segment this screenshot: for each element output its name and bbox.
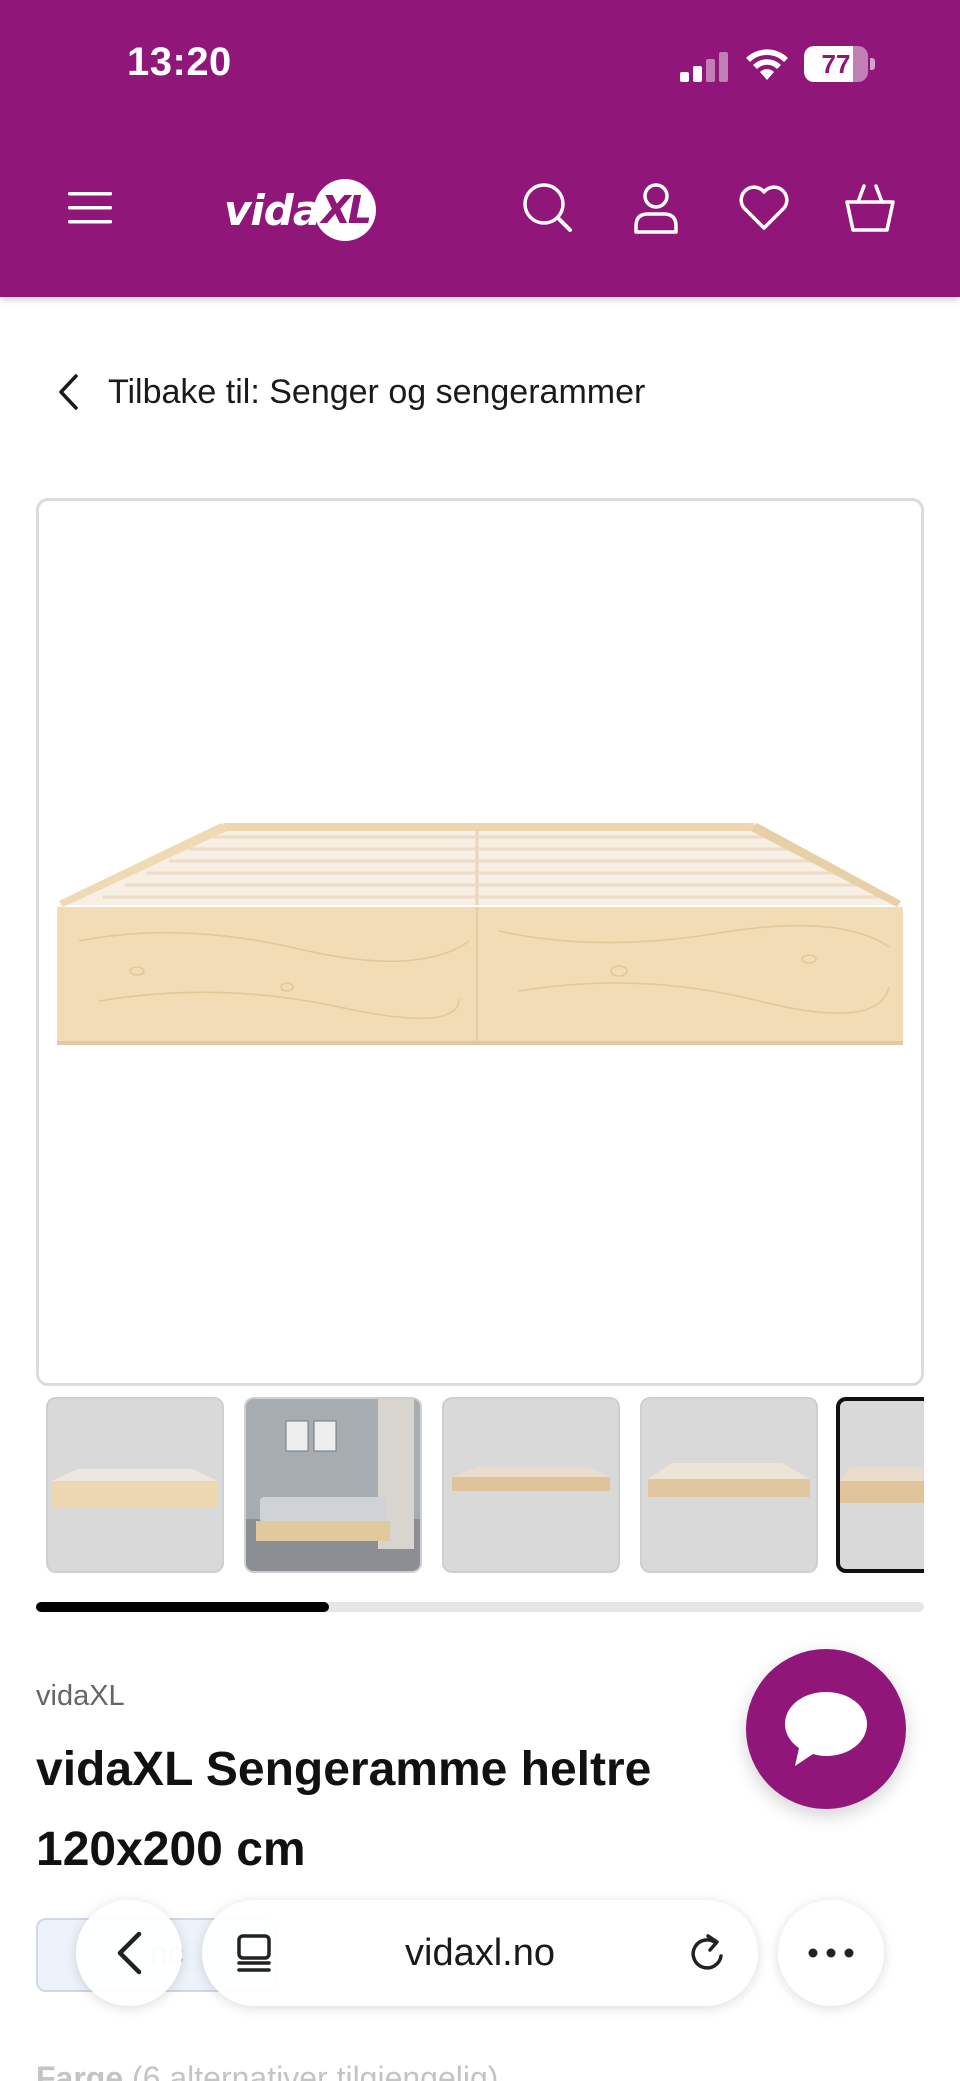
product-title: vidaXL Sengeramme heltre 120x200 cm (36, 1743, 652, 1876)
chat-button[interactable] (746, 1649, 906, 1809)
site-header: 13:20 77 vida XL (0, 0, 960, 297)
thumbnail-3[interactable] (442, 1397, 620, 1573)
chevron-left-icon (117, 1931, 142, 1975)
address-bar[interactable]: vidaxl.no (202, 1900, 758, 2006)
battery-level: 77 (821, 49, 851, 79)
thumbnail-1[interactable] (46, 1397, 224, 1573)
gallery-scroll-indicator (36, 1602, 924, 1612)
logo-badge: XL (314, 179, 377, 241)
thumbnail-strip[interactable] (36, 1393, 924, 1577)
battery-icon: 77 (804, 46, 876, 82)
back-link-label: Tilbake til: Senger og sengerammer (108, 372, 646, 411)
thumbnail-5[interactable] (836, 1397, 924, 1573)
chevron-left-icon (48, 372, 88, 412)
color-option-label: Farge (6 alternativer tilgjengelig) (36, 2060, 498, 2081)
basket-icon[interactable] (842, 180, 898, 236)
status-time: 13:20 (127, 40, 232, 84)
chat-bubble-icon (785, 1692, 867, 1766)
search-icon[interactable] (520, 180, 576, 236)
vidaxl-logo[interactable]: vida XL (224, 178, 377, 242)
color-label: Farge (36, 2060, 124, 2081)
logo-text: vida (224, 185, 321, 235)
thumbnail-4[interactable] (640, 1397, 818, 1573)
more-options-icon[interactable] (778, 1900, 884, 2006)
browser-back-button[interactable] (76, 1900, 182, 2006)
back-to-category-link[interactable]: Tilbake til: Senger og sengerammer (48, 364, 645, 420)
product-brand[interactable]: vidaXL (36, 1680, 125, 1713)
page-menu-icon[interactable] (232, 1931, 276, 1975)
reload-icon[interactable] (686, 1931, 730, 1975)
url-text[interactable]: vidaxl.no (302, 1900, 658, 2006)
browser-toolbar: vidaxl.no (0, 1880, 960, 2030)
cellular-signal-icon (680, 52, 728, 82)
thumbnail-2[interactable] (244, 1397, 422, 1573)
heart-icon[interactable] (736, 180, 792, 236)
menu-icon[interactable] (62, 180, 118, 236)
wifi-icon (746, 49, 788, 80)
account-icon[interactable] (628, 180, 684, 236)
product-main-image[interactable] (36, 498, 924, 1386)
color-options-count: (6 alternativer tilgjengelig) (132, 2060, 499, 2081)
bed-frame-illustration (57, 823, 903, 1045)
